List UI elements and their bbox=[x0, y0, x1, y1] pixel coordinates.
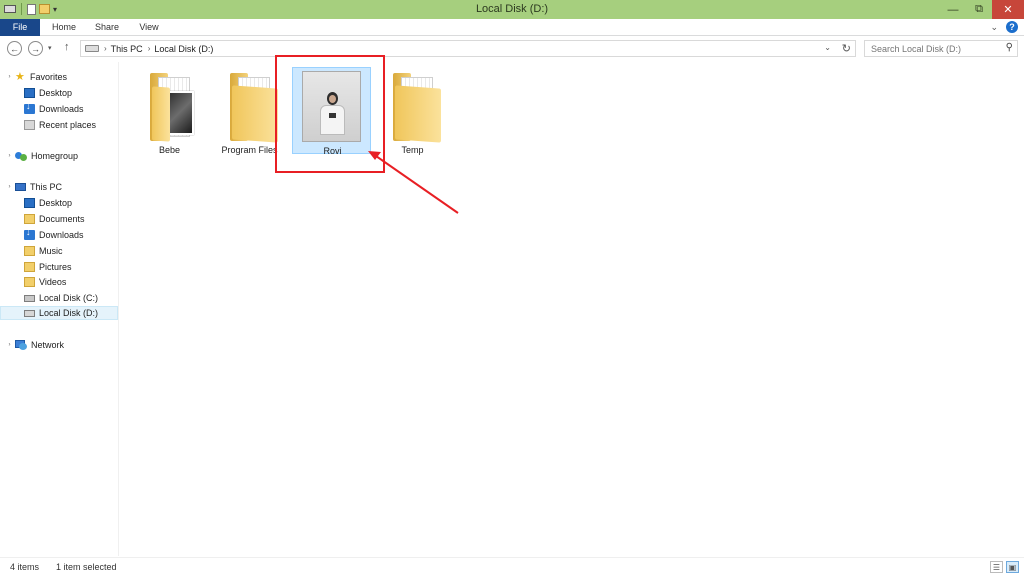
sidebar-item-music[interactable]: Music bbox=[24, 244, 63, 258]
item-label: Program Files bbox=[221, 145, 278, 155]
tab-home[interactable]: Home bbox=[48, 19, 80, 36]
music-folder-icon bbox=[24, 246, 35, 256]
list-item-bebe[interactable]: Bebe bbox=[130, 67, 209, 155]
recent-places-icon bbox=[24, 120, 35, 130]
homegroup-icon bbox=[15, 151, 27, 161]
window-title: Local Disk (D:) bbox=[475, 3, 549, 15]
address-dropdown-icon[interactable]: ⌄ bbox=[824, 43, 831, 52]
sidebar-item-local-disk-d[interactable]: Local Disk (D:) bbox=[0, 306, 118, 320]
explorer-window: ▾ Local Disk (D:) — ⧉ ✕ File Home Share … bbox=[0, 0, 1024, 575]
tab-file[interactable]: File bbox=[0, 19, 40, 36]
breadcrumb-local-disk-d[interactable]: Local Disk (D:) bbox=[154, 44, 213, 54]
videos-folder-icon bbox=[24, 277, 35, 287]
sidebar-item-label: Downloads bbox=[39, 104, 84, 114]
sidebar-item-label: Downloads bbox=[39, 230, 84, 240]
back-button[interactable]: ← bbox=[7, 41, 22, 56]
help-icon[interactable]: ? bbox=[1006, 21, 1018, 33]
drive-icon bbox=[24, 309, 35, 317]
sidebar-item-label: Network bbox=[31, 340, 65, 350]
ribbon-tabs: File Home Share View ⌄ ? bbox=[0, 19, 1024, 36]
navigation-pane: › ★ Favorites Desktop Downloads Recent p… bbox=[0, 62, 119, 556]
minimize-button[interactable]: — bbox=[940, 0, 966, 19]
downloads-icon bbox=[24, 227, 35, 240]
folder-icon bbox=[393, 73, 445, 143]
search-icon[interactable]: ⚲ bbox=[1006, 42, 1013, 53]
breadcrumb-this-pc[interactable]: This PC bbox=[111, 44, 143, 54]
computer-icon bbox=[15, 183, 26, 191]
sidebar-item-label: Recent places bbox=[39, 120, 97, 130]
desktop-icon bbox=[24, 88, 35, 98]
list-item-program-files[interactable]: Program Files bbox=[210, 67, 289, 155]
sidebar-item-label: Videos bbox=[39, 277, 67, 287]
selection-count: 1 item selected bbox=[56, 562, 117, 572]
list-item-temp[interactable]: Temp bbox=[373, 67, 452, 155]
sidebar-item-this-pc[interactable]: › This PC bbox=[6, 180, 63, 194]
sidebar-item-label: Desktop bbox=[39, 88, 73, 98]
desktop-icon bbox=[24, 198, 35, 208]
refresh-icon[interactable]: ↻ bbox=[842, 42, 851, 55]
sidebar-item-label: Homegroup bbox=[31, 151, 79, 161]
breadcrumb-separator[interactable]: › bbox=[148, 44, 151, 53]
breadcrumb-separator[interactable]: › bbox=[104, 44, 107, 53]
item-count: 4 items bbox=[10, 562, 40, 572]
forward-button[interactable]: → bbox=[28, 41, 43, 56]
address-bar[interactable]: › This PC › Local Disk (D:) ⌄ ↻ bbox=[80, 40, 856, 57]
ribbon-right-controls: ⌄ ? bbox=[990, 21, 1018, 33]
recent-locations-icon[interactable]: ▾ bbox=[48, 44, 52, 52]
sidebar-item-desktop[interactable]: Desktop bbox=[24, 86, 72, 100]
sidebar-item-label: Documents bbox=[39, 214, 85, 224]
tab-view[interactable]: View bbox=[135, 19, 163, 36]
drive-icon bbox=[24, 294, 35, 302]
sidebar-item-downloads[interactable]: Downloads bbox=[24, 101, 84, 116]
item-label: Bebe bbox=[158, 145, 181, 155]
item-label: Temp bbox=[401, 145, 424, 155]
sidebar-item-desktop[interactable]: Desktop bbox=[24, 196, 72, 210]
file-list: Bebe Program Files Rovi Temp bbox=[120, 62, 1024, 556]
expand-ribbon-icon[interactable]: ⌄ bbox=[990, 22, 998, 33]
navigation-bar: ← → ▾ ↑ › This PC › Local Disk (D:) ⌄ ↻ … bbox=[0, 37, 1024, 60]
sidebar-item-documents[interactable]: Documents bbox=[24, 212, 85, 226]
tab-share[interactable]: Share bbox=[92, 19, 122, 36]
expand-icon[interactable]: › bbox=[6, 153, 13, 159]
expand-icon[interactable]: › bbox=[6, 184, 13, 190]
sidebar-item-pictures[interactable]: Pictures bbox=[24, 260, 72, 274]
sidebar-item-favorites[interactable]: › ★ Favorites bbox=[6, 70, 68, 84]
status-bar: 4 items 1 item selected ☰ ▣ bbox=[0, 557, 1024, 575]
item-label: Rovi bbox=[323, 146, 342, 156]
list-item-rovi[interactable]: Rovi bbox=[292, 67, 371, 156]
folder-icon bbox=[230, 73, 282, 143]
sidebar-item-label: Local Disk (D:) bbox=[39, 308, 99, 318]
sidebar-item-network[interactable]: › Network bbox=[6, 338, 64, 352]
sidebar-item-label: Music bbox=[39, 246, 63, 256]
sidebar-item-homegroup[interactable]: › Homegroup bbox=[6, 149, 78, 163]
photo-thumbnail-icon bbox=[302, 71, 361, 142]
sidebar-item-local-disk-c[interactable]: Local Disk (C:) bbox=[24, 291, 98, 305]
details-view-icon[interactable]: ☰ bbox=[990, 561, 1003, 573]
sidebar-item-recent-places[interactable]: Recent places bbox=[24, 118, 96, 132]
downloads-icon bbox=[24, 101, 35, 114]
sidebar-item-downloads[interactable]: Downloads bbox=[24, 227, 84, 242]
large-icons-view-icon[interactable]: ▣ bbox=[1006, 561, 1019, 573]
search-input[interactable] bbox=[871, 43, 1001, 54]
pictures-folder-icon bbox=[24, 262, 35, 272]
restore-button[interactable]: ⧉ bbox=[966, 0, 992, 19]
drive-icon bbox=[85, 45, 99, 52]
up-arrow-icon[interactable]: ↑ bbox=[64, 41, 70, 53]
sidebar-item-label: Pictures bbox=[39, 262, 72, 272]
network-icon bbox=[15, 340, 27, 350]
sidebar-item-videos[interactable]: Videos bbox=[24, 275, 66, 289]
sidebar-item-label: Desktop bbox=[39, 198, 73, 208]
star-icon: ★ bbox=[15, 71, 25, 83]
sidebar-item-label: Local Disk (C:) bbox=[39, 293, 99, 303]
search-box[interactable]: ⚲ bbox=[864, 40, 1018, 57]
documents-folder-icon bbox=[24, 214, 35, 224]
close-button[interactable]: ✕ bbox=[992, 0, 1024, 19]
expand-icon[interactable]: › bbox=[6, 74, 13, 80]
title-bar: ▾ Local Disk (D:) — ⧉ ✕ bbox=[0, 0, 1024, 19]
folder-with-photo-icon bbox=[150, 73, 202, 142]
expand-icon[interactable]: › bbox=[6, 342, 13, 348]
sidebar-item-label: Favorites bbox=[30, 72, 68, 82]
sidebar-item-label: This PC bbox=[30, 182, 63, 192]
